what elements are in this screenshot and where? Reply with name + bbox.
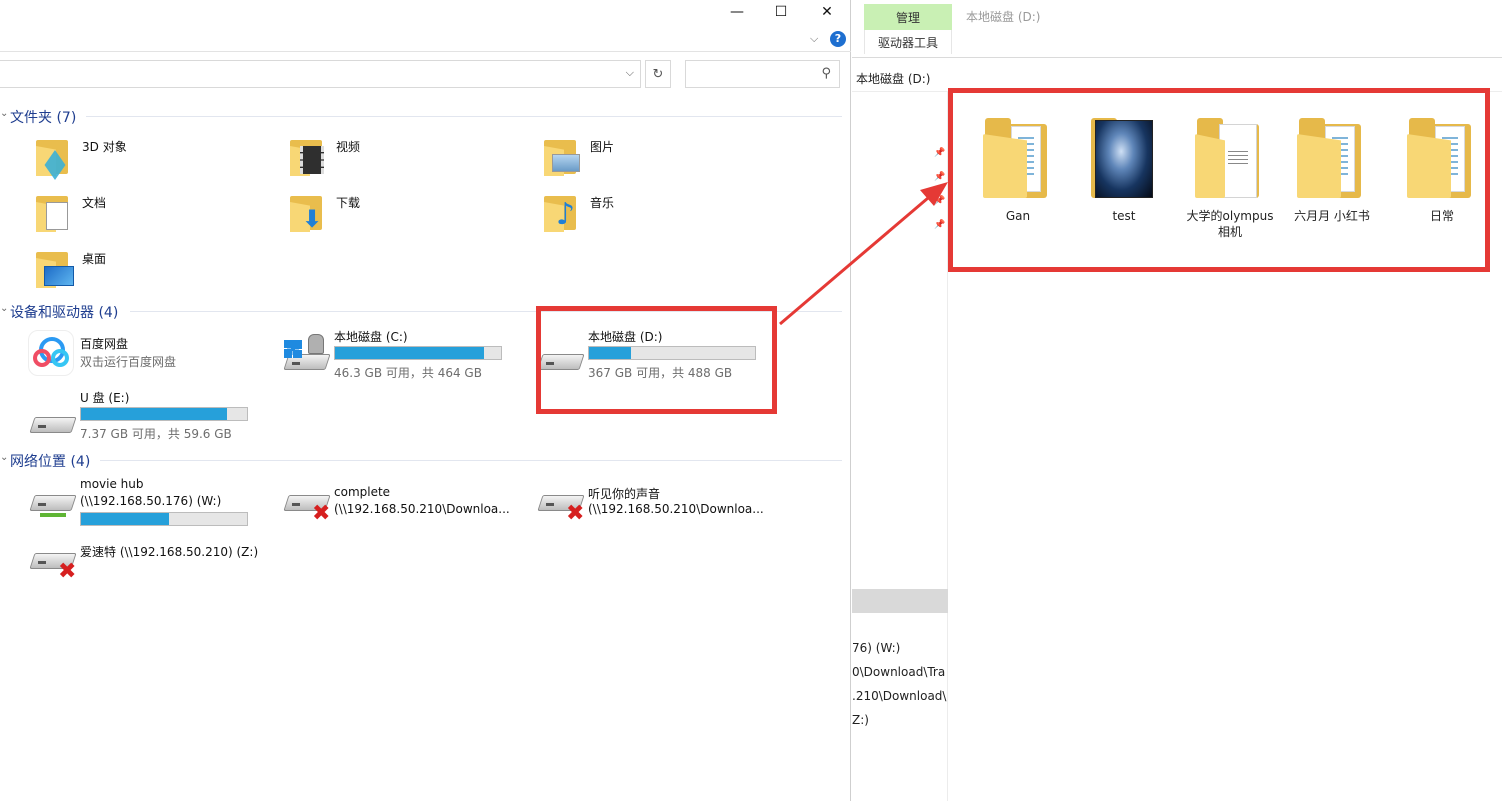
device-subtitle: 双击运行百度网盘 [80, 355, 177, 369]
group-header-folders[interactable]: ⌄ 文件夹 (7) [0, 106, 842, 126]
network-item-aisuite[interactable]: ✖ 爱速特 (\\192.168.50.210) (Z:) [29, 543, 270, 583]
usage-fill [335, 347, 485, 359]
network-name: movie hub [80, 477, 144, 491]
refresh-icon: ↻ [652, 66, 664, 82]
network-drive-icon [29, 491, 77, 517]
network-name: 听见你的声音 [588, 487, 661, 501]
network-item-complete[interactable]: ✖ complete (\\192.168.50.210\Downloa... [283, 485, 514, 525]
device-item-baidu[interactable]: 百度网盘 双击运行百度网盘 [30, 335, 250, 375]
refresh-button[interactable]: ↻ [645, 60, 671, 88]
folder-item-pictures[interactable]: 图片 [540, 138, 740, 182]
chevron-down-icon[interactable]: ⌵ [626, 66, 634, 80]
device-subtitle: 46.3 GB 可用，共 464 GB [334, 366, 482, 380]
network-path: (\\192.168.50.210\Downloa... [334, 502, 510, 516]
device-name: 本地磁盘 (C:) [334, 330, 408, 344]
network-item-voice[interactable]: ✖ 听见你的声音 (\\192.168.50.210\Downloa... [537, 485, 768, 525]
highlight-box-folders [948, 88, 1490, 272]
item-label: 下载 [336, 196, 361, 210]
right-window-title: 本地磁盘 (D:) [966, 10, 1041, 24]
device-item-usb-e[interactable]: U 盘 (E:) 7.37 GB 可用，共 59.6 GB [29, 389, 260, 441]
close-button[interactable]: ✕ [805, 0, 849, 24]
collapse-chevron-icon[interactable]: ⌄ [0, 452, 8, 463]
item-label: 音乐 [590, 196, 615, 210]
folder-item-music[interactable]: ♪ 音乐 [540, 194, 740, 238]
group-header-network[interactable]: ⌄ 网络位置 (4) [0, 450, 842, 470]
nav-item[interactable]: 76) (W:) [852, 641, 948, 655]
folder-item-3d-objects[interactable]: 3D 对象 [32, 138, 232, 182]
item-label: 文档 [82, 196, 107, 210]
collapse-chevron-icon[interactable]: ⌄ [0, 303, 8, 314]
maximize-button[interactable]: ☐ [759, 0, 803, 24]
network-item-movie-hub[interactable]: movie hub (\\192.168.50.176) (W:) [29, 477, 260, 529]
usage-fill [81, 513, 169, 525]
videos-folder-icon [286, 138, 326, 178]
highlight-box-drive-d [536, 306, 777, 414]
music-folder-icon: ♪ [540, 194, 580, 234]
downloads-folder-icon: ⬇ [286, 194, 326, 234]
disconnected-network-drive-icon: ✖ [537, 491, 585, 525]
pin-icon[interactable]: 📌 [934, 220, 945, 230]
search-input[interactable]: ⚲ [685, 60, 840, 88]
group-divider [86, 116, 842, 117]
device-subtitle: 7.37 GB 可用，共 59.6 GB [80, 427, 232, 441]
disconnected-network-drive-icon: ✖ [283, 491, 331, 525]
folder-item-videos[interactable]: 视频 [286, 138, 486, 182]
pictures-folder-icon [540, 138, 580, 178]
item-label: 3D 对象 [82, 140, 127, 154]
ribbon-bar: ⌵ ? [0, 28, 851, 52]
network-path: (\\192.168.50.176) (W:) [80, 494, 222, 508]
collapse-chevron-icon[interactable]: ⌄ [0, 108, 8, 119]
drive-c-usage-bar [334, 346, 502, 360]
nav-item[interactable]: 0\Download\Tra [852, 665, 948, 679]
system-drive-icon [283, 334, 331, 376]
address-bar[interactable]: ⌵ [0, 60, 641, 88]
disconnected-network-drive-icon: ✖ [29, 549, 77, 583]
device-name: 百度网盘 [80, 337, 129, 351]
usb-drive-icon [29, 413, 77, 439]
pin-icon[interactable]: 📌 [934, 148, 945, 158]
device-item-drive-c[interactable]: 本地磁盘 (C:) 46.3 GB 可用，共 464 GB [283, 328, 514, 380]
tab-manage[interactable]: 管理 [864, 4, 952, 30]
network-name: complete [334, 485, 391, 499]
pin-icon[interactable]: 📌 [934, 196, 945, 206]
documents-folder-icon [32, 194, 72, 234]
item-label: 图片 [590, 140, 615, 154]
3d-objects-folder-icon [32, 138, 72, 180]
ribbon-expand-chevron-icon[interactable]: ⌵ [810, 32, 818, 46]
usage-fill [81, 408, 228, 420]
tab-drive-tools[interactable]: 驱动器工具 [864, 30, 952, 54]
right-ribbon: 管理 驱动器工具 本地磁盘 (D:) [852, 0, 1502, 58]
item-label: 桌面 [82, 252, 107, 266]
folder-item-documents[interactable]: 文档 [32, 194, 232, 238]
pin-icon[interactable]: 📌 [934, 172, 945, 182]
address-path: 本地磁盘 (D:) [856, 72, 931, 86]
folder-item-desktop[interactable]: 桌面 [32, 250, 232, 294]
group-title: 网络位置 (4) [10, 454, 91, 470]
group-title: 设备和驱动器 (4) [10, 305, 119, 321]
minimize-button[interactable]: — [715, 0, 759, 24]
nav-item[interactable]: .210\Download\ [852, 689, 948, 703]
item-label: 视频 [336, 140, 361, 154]
network-path: (\\192.168.50.210\Downloa... [588, 502, 764, 516]
desktop-folder-icon [32, 250, 74, 290]
help-icon[interactable]: ? [830, 31, 846, 47]
folder-item-downloads[interactable]: ⬇ 下载 [286, 194, 486, 238]
movie-hub-usage-bar [80, 512, 248, 526]
device-name: U 盘 (E:) [80, 391, 130, 405]
network-name: 爱速特 (\\192.168.50.210) (Z:) [80, 545, 259, 559]
group-title: 文件夹 (7) [10, 110, 77, 126]
group-divider [100, 460, 842, 461]
nav-item[interactable]: Z:) [852, 713, 948, 727]
right-navigation-pane: 📌 📌 📌 📌 76) (W:) 0\Download\Tra .210\Dow… [852, 92, 948, 801]
nav-selected-row[interactable] [852, 589, 948, 613]
drive-e-usage-bar [80, 407, 248, 421]
search-icon: ⚲ [821, 66, 831, 81]
